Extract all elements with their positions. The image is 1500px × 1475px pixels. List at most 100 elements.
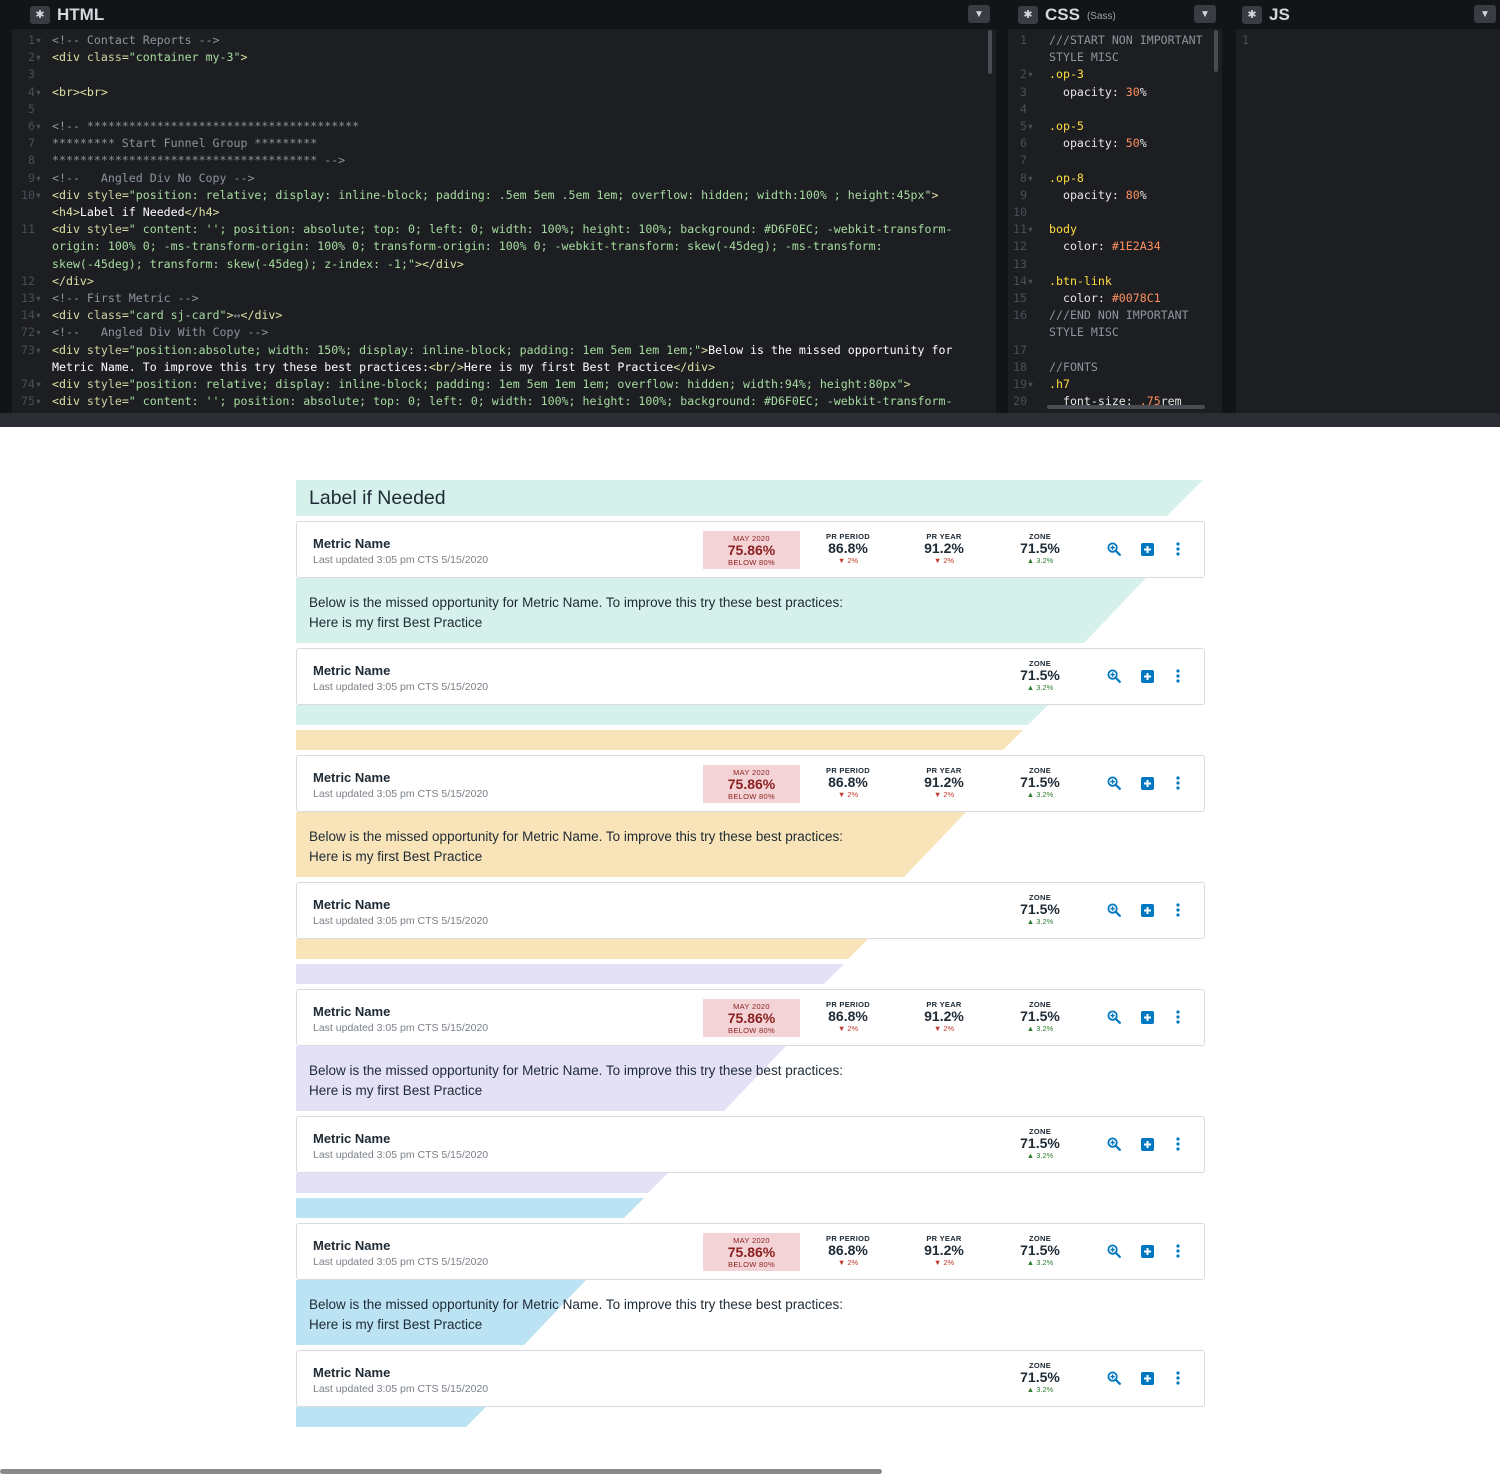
code-line: 13 <box>1008 256 1222 273</box>
page-horizontal-scrollbar[interactable] <box>0 1469 882 1474</box>
plus-square-icon[interactable] <box>1139 902 1155 918</box>
code-line: 8 **************************************… <box>12 152 996 169</box>
html-vertical-scrollbar[interactable] <box>988 30 992 74</box>
css-horizontal-scrollbar[interactable] <box>1047 405 1205 409</box>
pr-period-value: 86.8% <box>828 774 868 790</box>
code-text: <!-- Angled Div With Copy --> <box>52 325 269 340</box>
pr-year-metric: PR YEAR 91.2% ▼ 2% <box>909 766 979 799</box>
kebab-menu-icon[interactable] <box>1170 1243 1186 1259</box>
code-text: Metric Name. To improve this try these b… <box>52 359 716 374</box>
code-line: 13▾ <!-- First Metric --> <box>12 290 996 307</box>
period-value: 75.86% <box>727 776 776 792</box>
css-code[interactable]: 1 ///START NON IMPORTANT STYLE MISC 2▾ .op-… <box>1008 32 1222 410</box>
metric-card: Metric Name Last updated 3:05 pm CTS 5/1… <box>296 1350 1205 1407</box>
code-line: 5 <box>12 101 996 118</box>
code-text: origin: 100% 0; -ms-transform-origin: 10… <box>52 239 883 254</box>
kebab-menu-icon[interactable] <box>1170 1370 1186 1386</box>
line-number: 8 <box>28 153 42 168</box>
line-number: 11 <box>21 222 42 237</box>
kebab-menu-icon[interactable] <box>1170 902 1186 918</box>
zoom-in-icon[interactable] <box>1105 775 1123 791</box>
code-line: 1 ///START NON IMPORTANT <box>1008 32 1222 49</box>
chevron-down-icon[interactable]: ▼ <box>1194 5 1216 23</box>
angled-strip <box>296 730 1205 750</box>
zone-value: 71.5% <box>1020 901 1060 917</box>
code-line: 75▾ <div style=" content: ''; position: a… <box>12 393 996 410</box>
plus-square-icon[interactable] <box>1139 775 1155 791</box>
html-code[interactable]: 1▾ <!-- Contact Reports --> 2▾ <div class="… <box>12 32 996 410</box>
plus-square-icon[interactable] <box>1139 1243 1155 1259</box>
html-pane-header: ✱ HTML ▼ <box>12 0 996 29</box>
angled-strip-background <box>296 939 868 959</box>
code-text: <div style=" content: ''; position: abso… <box>52 222 953 237</box>
zoom-in-icon[interactable] <box>1105 1243 1123 1259</box>
plus-square-icon[interactable] <box>1139 668 1155 684</box>
code-line: 73▾ <div style="position:absolute; width:… <box>12 342 996 359</box>
angled-strip <box>296 1198 1205 1218</box>
code-text: //FONTS <box>1049 359 1098 374</box>
code-line: 4 <box>1008 101 1222 118</box>
last-updated: Last updated 3:05 pm CTS 5/15/2020 <box>313 1256 489 1268</box>
gear-icon[interactable]: ✱ <box>1242 5 1262 24</box>
code-text: skew(-45deg); transform: skew(-45deg); z… <box>52 256 464 271</box>
code-line: 9▾ <!-- Angled Div No Copy --> <box>12 170 996 187</box>
period-status: BELOW 80% <box>728 1026 775 1035</box>
zoom-in-icon[interactable] <box>1105 1370 1123 1386</box>
opportunity-text: Below is the missed opportunity for Metr… <box>309 827 843 867</box>
code-line: STYLE MISC <box>1008 49 1222 66</box>
css-pane-header: ✱ CSS (Sass) ▼ <box>1008 0 1222 29</box>
pr-period-metric: PR PERIOD 86.8% ▼ 2% <box>813 1234 883 1267</box>
plus-square-icon[interactable] <box>1139 1136 1155 1152</box>
zoom-in-icon[interactable] <box>1105 541 1123 557</box>
plus-square-icon[interactable] <box>1139 1370 1155 1386</box>
js-pane: ✱ JS ▼ 1 <box>1236 0 1500 413</box>
angled-strip <box>296 705 1205 725</box>
zoom-in-icon[interactable] <box>1105 668 1123 684</box>
plus-square-icon[interactable] <box>1139 1009 1155 1025</box>
metric-card: Metric Name Last updated 3:05 pm CTS 5/1… <box>296 1223 1205 1280</box>
css-pane: ✱ CSS (Sass) ▼ 1 ///START NON IMPORTANT S… <box>1008 0 1222 413</box>
gear-icon[interactable]: ✱ <box>1018 5 1038 24</box>
kebab-menu-icon[interactable] <box>1170 1009 1186 1025</box>
opportunity-line-2: Here is my first Best Practice <box>309 615 483 630</box>
code-text: color: #1E2A34 <box>1049 239 1161 254</box>
kebab-menu-icon[interactable] <box>1170 775 1186 791</box>
code-line: 14▾ <div class="card sj-card">↔</div> <box>12 307 996 324</box>
zone-value: 71.5% <box>1020 1008 1060 1024</box>
plus-square-icon[interactable] <box>1139 541 1155 557</box>
chevron-down-icon[interactable]: ▼ <box>968 5 990 23</box>
zone-delta: ▲ 3.2% <box>1026 1385 1054 1394</box>
opportunity-line-2: Here is my first Best Practice <box>309 1083 483 1098</box>
last-updated: Last updated 3:05 pm CTS 5/15/2020 <box>313 915 489 927</box>
code-line: 4▾ <br><br> <box>12 84 996 101</box>
metric-card: Metric Name Last updated 3:05 pm CTS 5/1… <box>296 521 1205 578</box>
line-number: 72▾ <box>21 325 42 340</box>
zoom-in-icon[interactable] <box>1105 902 1123 918</box>
code-line: 7 ********* Start Funnel Group ********* <box>12 135 996 152</box>
kebab-menu-icon[interactable] <box>1170 668 1186 684</box>
opportunity-band: Below is the missed opportunity for Metr… <box>296 1280 1205 1345</box>
css-vertical-scrollbar[interactable] <box>1214 30 1218 72</box>
gear-icon[interactable]: ✱ <box>30 5 50 24</box>
line-number: 10 <box>1013 205 1034 220</box>
code-text: opacity: 50% <box>1049 136 1147 151</box>
line-number: 15 <box>1013 291 1034 306</box>
line-number: 14▾ <box>21 308 42 323</box>
line-number: 13▾ <box>21 291 42 306</box>
zoom-in-icon[interactable] <box>1105 1136 1123 1152</box>
js-code[interactable]: 1 <box>1236 32 1500 49</box>
editor-resize-bar[interactable] <box>0 413 1500 427</box>
kebab-menu-icon[interactable] <box>1170 1136 1186 1152</box>
opportunity-line-1: Below is the missed opportunity for Metr… <box>309 595 843 610</box>
metric-card: Metric Name Last updated 3:05 pm CTS 5/1… <box>296 648 1205 705</box>
zoom-in-icon[interactable] <box>1105 1009 1123 1025</box>
line-number <box>12 256 42 273</box>
kebab-menu-icon[interactable] <box>1170 541 1186 557</box>
pr-period-delta: ▼ 2% <box>837 1258 859 1267</box>
metric-card: Metric Name Last updated 3:05 pm CTS 5/1… <box>296 755 1205 812</box>
code-text: opacity: 80% <box>1049 187 1147 202</box>
code-line: 1▾ <!-- Contact Reports --> <box>12 32 996 49</box>
chevron-down-icon[interactable]: ▼ <box>1474 5 1496 23</box>
line-number: 73▾ <box>21 342 42 357</box>
